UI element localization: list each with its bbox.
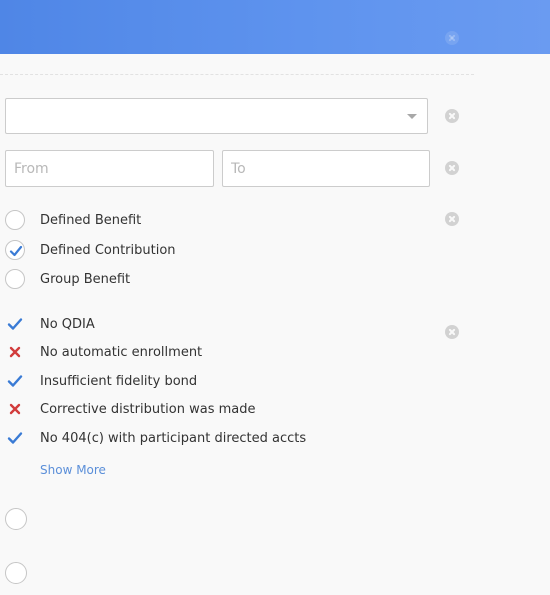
- radio-checked-icon[interactable]: [5, 240, 25, 260]
- filter-dropdown[interactable]: [5, 98, 428, 134]
- check-icon[interactable]: [5, 428, 25, 448]
- plan-type-label: Group Benefit: [40, 271, 131, 287]
- check-icon[interactable]: [5, 371, 25, 391]
- plan-type-label: Defined Contribution: [40, 242, 176, 258]
- compliance-label: Corrective distribution was made: [40, 401, 256, 417]
- section-divider: [0, 74, 474, 75]
- clear-range-icon[interactable]: [445, 161, 459, 175]
- to-input[interactable]: [222, 150, 430, 187]
- compliance-label: Insufficient fidelity bond: [40, 373, 198, 389]
- compliance-label: No QDIA: [40, 316, 95, 332]
- radio-unchecked-icon[interactable]: [5, 562, 27, 584]
- radio-unchecked-icon[interactable]: [5, 210, 25, 230]
- cross-icon[interactable]: [5, 399, 25, 419]
- plan-type-label: Defined Benefit: [40, 212, 142, 228]
- compliance-option[interactable]: No QDIA: [5, 313, 95, 335]
- compliance-option[interactable]: No 404(c) with participant directed acct…: [5, 427, 306, 449]
- clear-compliance-icon[interactable]: [445, 325, 459, 339]
- header-clear-icon[interactable]: [445, 31, 459, 45]
- radio-unchecked-icon[interactable]: [5, 269, 25, 289]
- radio-unchecked-icon[interactable]: [5, 508, 27, 530]
- plan-type-option[interactable]: Group Benefit: [5, 268, 130, 290]
- header-bar: [0, 0, 550, 54]
- plan-type-option[interactable]: Defined Contribution: [5, 239, 176, 261]
- chevron-down-icon[interactable]: [407, 114, 417, 119]
- compliance-option[interactable]: No automatic enrollment: [5, 341, 202, 363]
- cross-icon[interactable]: [5, 342, 25, 362]
- from-input[interactable]: [5, 150, 214, 187]
- compliance-label: No automatic enrollment: [40, 344, 203, 360]
- plan-type-option[interactable]: Defined Benefit: [5, 209, 141, 231]
- compliance-label: No 404(c) with participant directed acct…: [40, 430, 307, 446]
- compliance-option[interactable]: Insufficient fidelity bond: [5, 370, 197, 392]
- compliance-option[interactable]: Corrective distribution was made: [5, 398, 255, 420]
- check-icon[interactable]: [5, 314, 25, 334]
- clear-plan-type-icon[interactable]: [445, 212, 459, 226]
- clear-dropdown-icon[interactable]: [445, 109, 459, 123]
- show-more-link[interactable]: Show More: [40, 463, 106, 477]
